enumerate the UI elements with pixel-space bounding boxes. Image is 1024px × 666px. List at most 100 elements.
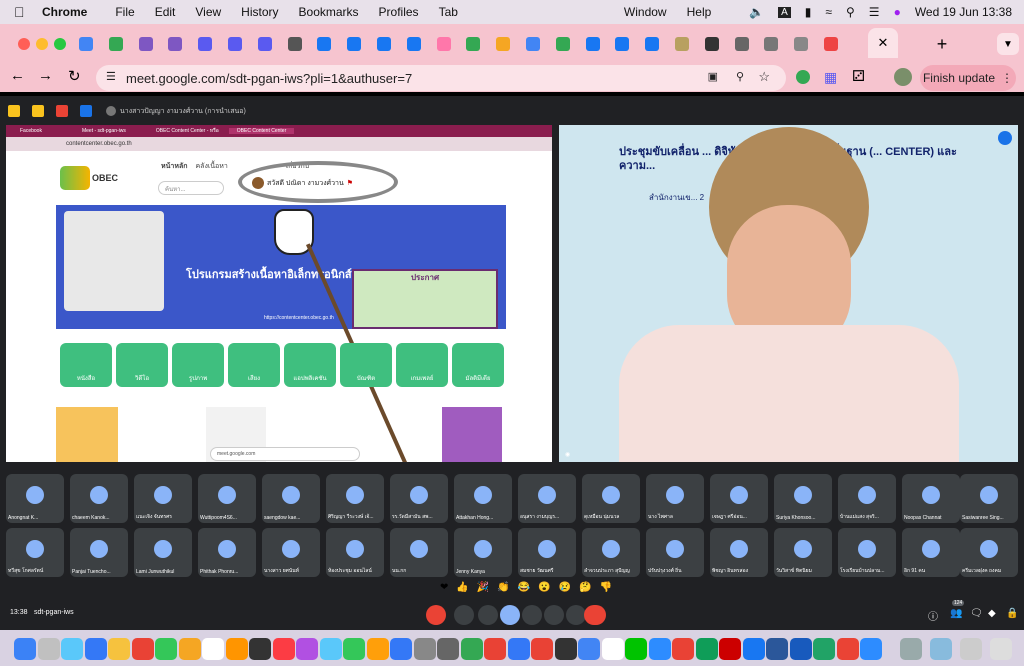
heart-reaction-icon[interactable]: ❤ (440, 582, 448, 593)
dock-app-icon[interactable] (14, 638, 36, 660)
app-icon[interactable] (80, 105, 92, 117)
menu-window[interactable]: Window (624, 5, 667, 19)
browser-tab[interactable] (461, 31, 485, 57)
menu-profiles[interactable]: Profiles (379, 5, 419, 19)
activities-icon[interactable]: ◆ (988, 608, 996, 619)
participant-tile[interactable]: อนุสรา งามบุญร... (518, 474, 576, 523)
people-icon[interactable]: 👥 (950, 608, 962, 619)
dock-folder-icon[interactable] (930, 638, 952, 660)
grid-extension-icon[interactable]: ▦ (824, 69, 837, 86)
browser-tab[interactable] (372, 31, 396, 57)
dock-app-icon[interactable] (225, 638, 248, 660)
leave-call-button[interactable] (584, 605, 606, 625)
browser-tab[interactable] (342, 31, 366, 57)
menu-bookmarks[interactable]: Bookmarks (299, 5, 359, 19)
dock-app-icon[interactable] (131, 638, 154, 660)
participant-tile[interactable]: Anongnat K... (6, 474, 64, 523)
dock-app-icon[interactable] (578, 638, 600, 660)
browser-tab[interactable] (491, 31, 515, 57)
dock-app-icon[interactable] (249, 638, 271, 660)
participant-tile[interactable]: chaeem Kanok... (70, 474, 128, 523)
dock-app-icon[interactable] (554, 638, 577, 660)
dock-app-icon[interactable] (484, 638, 506, 660)
active-tab[interactable]: ✕ (868, 28, 898, 58)
browser-tab[interactable] (193, 31, 217, 57)
participant-tile[interactable]: นน.กก (390, 528, 448, 577)
extensions-puzzle-icon[interactable]: ⚂ (852, 67, 865, 85)
browser-tab[interactable] (700, 31, 724, 57)
dock-app-icon[interactable] (719, 638, 741, 660)
browser-tab[interactable] (521, 31, 545, 57)
dock-app-icon[interactable] (108, 638, 130, 660)
browser-tab[interactable] (551, 31, 575, 57)
dock-app-icon[interactable] (343, 638, 365, 660)
participant-tile[interactable]: บ้านแม่แสง สุจริ... (838, 474, 896, 523)
dock-app-icon[interactable] (272, 638, 295, 660)
pin-icon[interactable]: ◉ (565, 451, 570, 458)
dock-app-icon[interactable] (789, 638, 812, 660)
finish-update-button[interactable]: Finish update ⋮ (920, 65, 1016, 91)
dock-app-icon[interactable] (390, 638, 412, 660)
dock-app-icon[interactable] (61, 638, 83, 660)
participant-tile[interactable]: พิชญา อินทรสอง (710, 528, 768, 577)
participant-tile[interactable]: รร.วัดมีสามัน สพ... (390, 474, 448, 523)
participant-tile[interactable]: Panjai Tuencho... (70, 528, 128, 577)
camera-icon[interactable]: ▣ (708, 70, 718, 83)
more-options-button[interactable] (566, 605, 586, 625)
input-source-icon[interactable]: A (778, 6, 791, 18)
browser-tab[interactable] (163, 31, 187, 57)
thinking-reaction-icon[interactable]: 🤔 (579, 582, 591, 593)
present-button[interactable] (522, 605, 542, 625)
thumbsup-reaction-icon[interactable]: 👍 (456, 582, 468, 593)
dock-app-icon[interactable] (672, 638, 694, 660)
browser-tab[interactable] (670, 31, 694, 57)
wifi-icon[interactable]: ≈ (825, 5, 832, 19)
dock-app-icon[interactable] (366, 638, 389, 660)
participant-tile[interactable]: อิก 91 คน (902, 528, 960, 577)
reload-icon[interactable]: ↻ (68, 67, 81, 85)
dock-app-icon[interactable] (695, 638, 718, 660)
dock-folder-icon[interactable] (960, 638, 982, 660)
party-reaction-icon[interactable]: 🎉 (477, 582, 489, 593)
participant-tile[interactable]: นาง ไพศาล (646, 474, 704, 523)
dock-app-icon[interactable] (319, 638, 342, 660)
browser-tab[interactable] (253, 31, 277, 57)
dock-app-icon[interactable] (413, 638, 436, 660)
participant-tile[interactable]: วันวิสาข์ ทิตนิยม (774, 528, 832, 577)
clock[interactable]: Wed 19 Jun 13:38 (915, 5, 1012, 19)
app-icon[interactable] (32, 105, 44, 117)
thumbsdown-reaction-icon[interactable]: 👎 (600, 582, 612, 593)
menu-tab[interactable]: Tab (439, 5, 458, 19)
menu-history[interactable]: History (241, 5, 278, 19)
close-window-button[interactable] (18, 38, 30, 50)
dock-app-icon[interactable] (202, 638, 224, 660)
dock-app-icon[interactable] (648, 638, 671, 660)
dock-app-icon[interactable] (625, 638, 647, 660)
dock-app-icon[interactable] (296, 638, 318, 660)
back-icon[interactable]: ← (10, 67, 25, 84)
mic-off-button[interactable] (426, 605, 446, 625)
search-icon[interactable]: ⚲ (846, 5, 855, 19)
browser-tab[interactable] (223, 31, 247, 57)
participant-tile[interactable]: ห้องประชุม ออนไลน์ (326, 528, 384, 577)
participant-tile[interactable]: Suriya Khonsoo... (774, 474, 832, 523)
participant-tile[interactable]: สมชาย วัฒนศรี (518, 528, 576, 577)
participant-tile[interactable]: ทวีสุข โกศลรัตน์ (6, 528, 64, 577)
menu-app-name[interactable]: Chrome (42, 5, 87, 19)
dock-app-icon[interactable] (437, 638, 459, 660)
browser-tab[interactable] (283, 31, 307, 57)
browser-tab[interactable] (104, 31, 128, 57)
battery-icon[interactable]: ▮ (805, 5, 812, 19)
lock-icon[interactable]: 🔒 (1006, 608, 1018, 619)
menu-file[interactable]: File (115, 5, 134, 19)
control-center-icon[interactable]: ☰ (869, 5, 880, 19)
reactions-button[interactable] (500, 605, 520, 625)
dock-app-icon[interactable] (601, 638, 624, 660)
dock-folder-icon[interactable] (900, 638, 922, 660)
browser-tab[interactable] (581, 31, 605, 57)
participant-tile[interactable]: Wuttipoom4S6... (198, 474, 256, 523)
minimize-window-button[interactable] (36, 38, 48, 50)
browser-tab[interactable] (819, 31, 843, 57)
browser-tab[interactable] (789, 31, 813, 57)
dock-app-icon[interactable] (813, 638, 835, 660)
